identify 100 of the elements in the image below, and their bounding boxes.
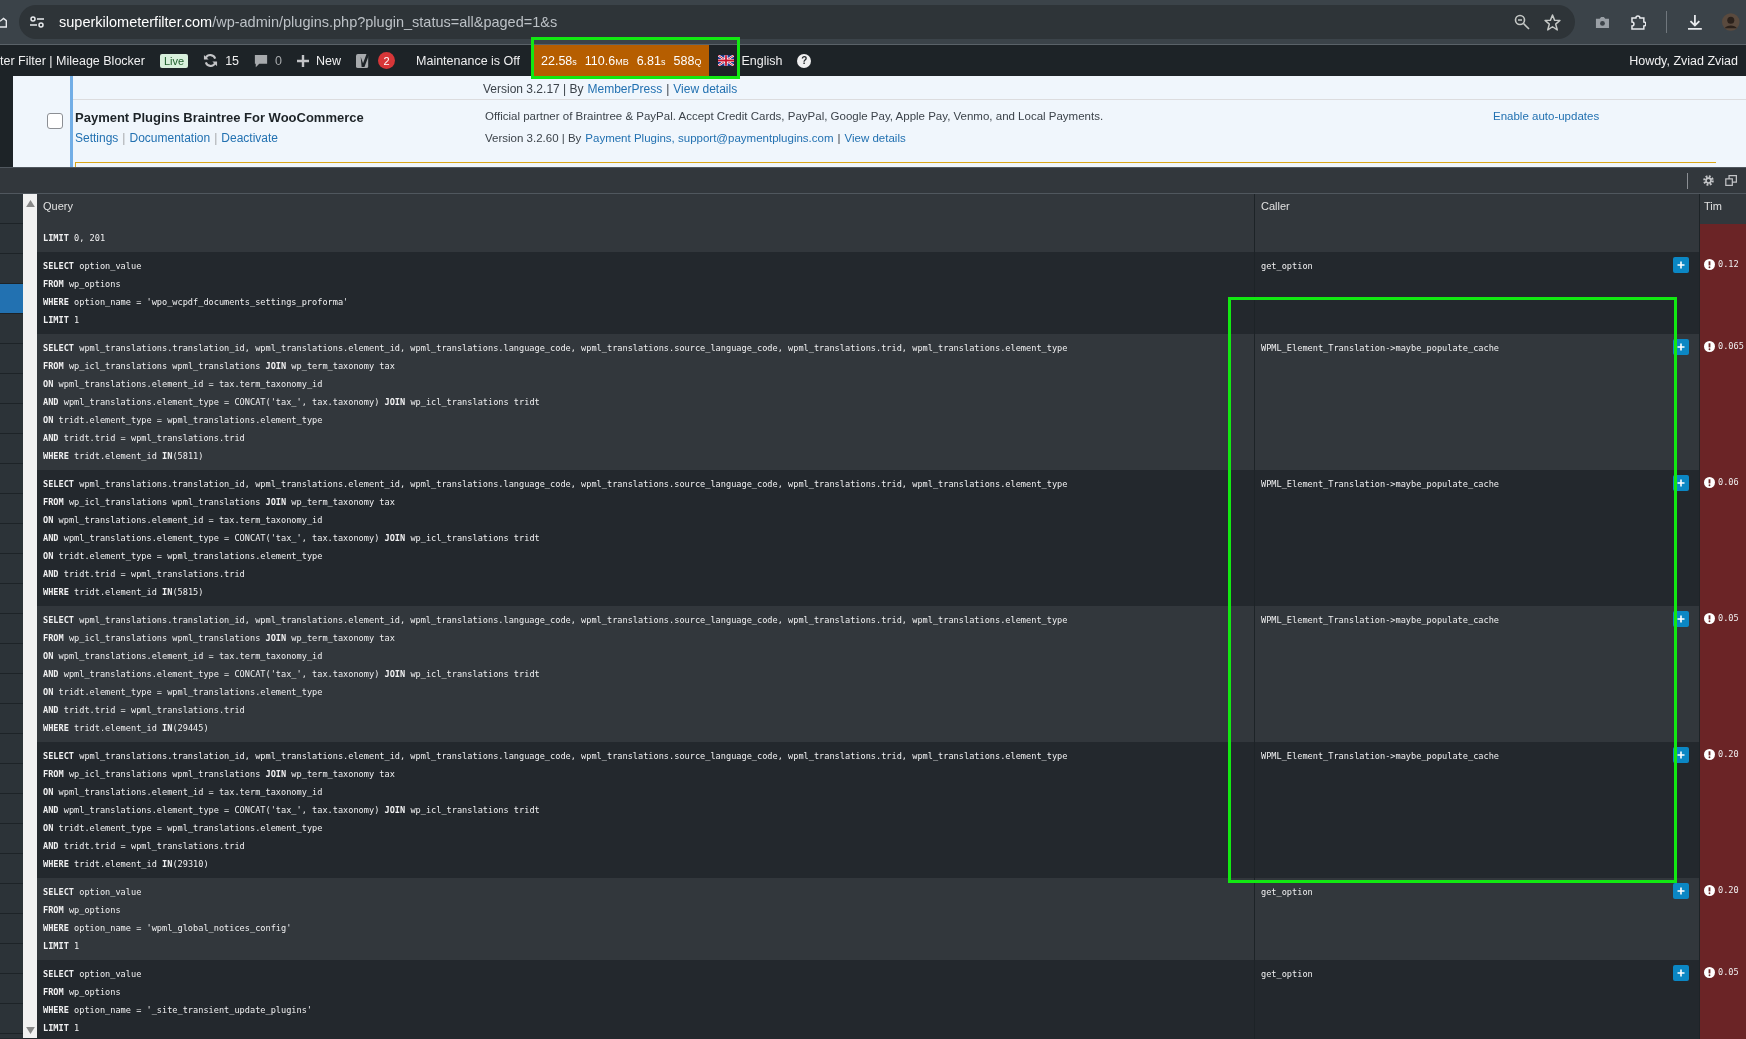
- yoast-icon[interactable]: [356, 52, 372, 69]
- caller-function: get_option: [1261, 260, 1313, 273]
- query-line: AND tridt.trid = wpml_translations.trid: [43, 704, 246, 717]
- query-line: WHERE option_name = 'wpml_global_notices_config': [43, 922, 293, 935]
- query-line: SELECT wpml_translations.translation_id, wpml_translations.element_id, wpml_translations.language_code, wpml_translations.source_language_code, wpml_translations.trid, wpml_translations.element_type: [43, 342, 1069, 355]
- query-line: SELECT wpml_translations.translation_id, wpml_translations.element_id, wpml_translations.language_code, wpml_translations.source_language_code, wpml_translations.trid, wpml_translations.element_type: [43, 750, 1069, 763]
- query-line: AND tridt.trid = wpml_translations.trid: [43, 840, 246, 853]
- query-line: FROM wp_options: [43, 278, 122, 291]
- query-line: SELECT option_value: [43, 260, 143, 273]
- comments-count[interactable]: 0: [275, 53, 282, 68]
- plus-icon[interactable]: [297, 54, 309, 67]
- new-link[interactable]: New: [316, 53, 342, 68]
- avatar-icon[interactable]: [1722, 12, 1740, 32]
- site-info-icon[interactable]: [29, 14, 46, 30]
- caller-function: WPML_Element_Translation->maybe_populate_cache: [1261, 750, 1499, 763]
- query-line: SELECT option_value: [43, 968, 143, 981]
- plugin-description: Official partner of Braintree & PayPal. Accept Credit Cards, PayPal, Google Pay, Apple Pay, Venmo, and Local Payments.: [485, 110, 1105, 122]
- query-line: WHERE option_name = 'wpo_wcpdf_documents_settings_proforma': [43, 296, 350, 309]
- query-line: SELECT wpml_translations.translation_id, wpml_translations.element_id, wpml_translations.language_code, wpml_translations.source_language_code, wpml_translations.trid, wpml_translations.element_type: [43, 614, 1069, 627]
- query-time: 0.06: [1718, 477, 1739, 487]
- query-line: WHERE tridt.element_id IN(29445): [43, 722, 210, 735]
- plugin-action-link[interactable]: Settings: [75, 131, 119, 145]
- query-monitor-stats[interactable]: 22.58s 110.6MB 6.81s 588Q: [533, 45, 710, 76]
- plugin-link[interactable]: View details: [844, 132, 906, 144]
- warning-icon: [1704, 885, 1715, 896]
- query-line: WHERE tridt.element_id IN(5811): [43, 450, 205, 463]
- expand-button[interactable]: [1673, 883, 1689, 899]
- plugin-link[interactable]: Payment Plugins, support@paymentplugins.com: [585, 132, 834, 144]
- warning-icon: [1704, 341, 1715, 352]
- settings-icon[interactable]: [1702, 174, 1715, 187]
- updates-count[interactable]: 15: [225, 53, 240, 68]
- expand-button[interactable]: [1673, 257, 1689, 273]
- query-line: ON wpml_translations.element_id = tax.term_taxonomy_id: [43, 786, 324, 799]
- query-line: AND tridt.trid = wpml_translations.trid: [43, 568, 246, 581]
- query-line: SELECT option_value: [43, 886, 143, 899]
- query-line: ON tridt.element_type = wpml_translations.element_type: [43, 550, 324, 563]
- query-line: FROM wp_options: [43, 904, 122, 917]
- warning-icon: [1704, 749, 1715, 760]
- site-title[interactable]: ter Filter | Mileage Blocker: [0, 53, 145, 68]
- caller-function: WPML_Element_Translation->maybe_populate_cache: [1261, 342, 1499, 355]
- query-line: ON wpml_translations.element_id = tax.term_taxonomy_id: [43, 378, 324, 391]
- query-line: LIMIT 1: [43, 1022, 81, 1035]
- warning-icon: [1704, 613, 1715, 624]
- plugin-meta: Version 3.2.60 | By: [485, 132, 582, 144]
- restore-window-icon[interactable]: [1725, 174, 1738, 187]
- plugin-link[interactable]: MemberPress: [587, 82, 663, 96]
- zoom-icon[interactable]: [1514, 14, 1531, 30]
- query-line: FROM wp_options: [43, 986, 122, 999]
- star-icon[interactable]: [1544, 13, 1562, 31]
- query-line: ON tridt.element_type = wpml_translations.element_type: [43, 686, 324, 699]
- download-icon[interactable]: [1686, 13, 1703, 31]
- query-line: WHERE option_name = '_site_transient_update_plugins': [43, 1004, 314, 1017]
- sidebar-item[interactable]: [0, 284, 23, 314]
- warning-icon: [1704, 477, 1715, 488]
- query-line: WHERE tridt.element_id IN(29310): [43, 858, 210, 871]
- comment-icon[interactable]: [254, 53, 269, 68]
- plugin-checkbox[interactable]: [47, 113, 63, 129]
- query-time: 0.12: [1718, 259, 1739, 269]
- help-icon[interactable]: ?: [797, 53, 812, 68]
- refresh-icon[interactable]: [203, 53, 219, 68]
- query-line: FROM wp_icl_translations wpml_translations JOIN wp_term_taxonomy tax: [43, 768, 396, 781]
- query-line: LIMIT 1: [43, 940, 81, 953]
- query-line: WHERE tridt.element_id IN(5815): [43, 586, 205, 599]
- status-badge: Live: [159, 53, 189, 68]
- plugin-meta: |: [666, 82, 670, 96]
- query-time: 0.20: [1718, 749, 1739, 759]
- warning-icon: [1704, 259, 1715, 270]
- separator: |: [214, 131, 218, 145]
- query-line: FROM wp_icl_translations wpml_translations JOIN wp_term_taxonomy tax: [43, 360, 396, 373]
- query-line: AND wpml_translations.element_type = CONCAT('tax_', tax.taxonomy) JOIN wp_icl_translations tridt: [43, 668, 541, 681]
- address-bar[interactable]: superkilometerfilter.com/wp-admin/plugins.php?plugin_status=all&paged=1&s: [19, 5, 1576, 39]
- language-switcher[interactable]: English: [741, 53, 783, 68]
- maintenance-status[interactable]: Maintenance is Off: [416, 53, 521, 68]
- warning-icon: [1704, 967, 1715, 978]
- plugin-link[interactable]: View details: [673, 82, 738, 96]
- plugin-meta: |: [837, 132, 841, 144]
- query-line: ON wpml_translations.element_id = tax.term_taxonomy_id: [43, 514, 324, 527]
- plugin-action-link[interactable]: Deactivate: [221, 131, 279, 145]
- query-time: 0.20: [1718, 885, 1739, 895]
- scrollbar[interactable]: [23, 194, 37, 1038]
- user-greeting[interactable]: Howdy, Zviad Zviad: [1629, 53, 1738, 68]
- query-time: 0.05: [1718, 967, 1739, 977]
- query-line: ON tridt.element_type = wpml_translations.element_type: [43, 414, 324, 427]
- notification-badge: 2: [378, 52, 396, 69]
- query-line: FROM wp_icl_translations wpml_translations JOIN wp_term_taxonomy tax: [43, 496, 396, 509]
- flag-icon[interactable]: [718, 55, 735, 66]
- column-header: Query: [43, 200, 74, 212]
- query-line: FROM wp_icl_translations wpml_translations JOIN wp_term_taxonomy tax: [43, 632, 396, 645]
- plugin-name: Payment Plugins Braintree For WooCommerce: [75, 110, 365, 125]
- expand-button[interactable]: [1673, 965, 1689, 981]
- scroll-down-icon[interactable]: [25, 1027, 35, 1034]
- camera-icon[interactable]: [1595, 14, 1610, 30]
- plugin-action-link[interactable]: Documentation: [129, 131, 211, 145]
- column-header: Caller: [1261, 200, 1290, 212]
- url-text: superkilometerfilter.com/wp-admin/plugins.php?plugin_status=all&paged=1&s: [59, 14, 559, 30]
- scroll-up-icon[interactable]: [25, 200, 35, 207]
- extensions-icon[interactable]: [1629, 13, 1646, 31]
- query-line: AND wpml_translations.element_type = CONCAT('tax_', tax.taxonomy) JOIN wp_icl_translations tridt: [43, 532, 541, 545]
- query-line: SELECT wpml_translations.translation_id, wpml_translations.element_id, wpml_translations.language_code, wpml_translations.source_language_code, wpml_translations.trid, wpml_translations.element_type: [43, 478, 1069, 491]
- auto-update-link[interactable]: Enable auto-updates: [1493, 110, 1600, 122]
